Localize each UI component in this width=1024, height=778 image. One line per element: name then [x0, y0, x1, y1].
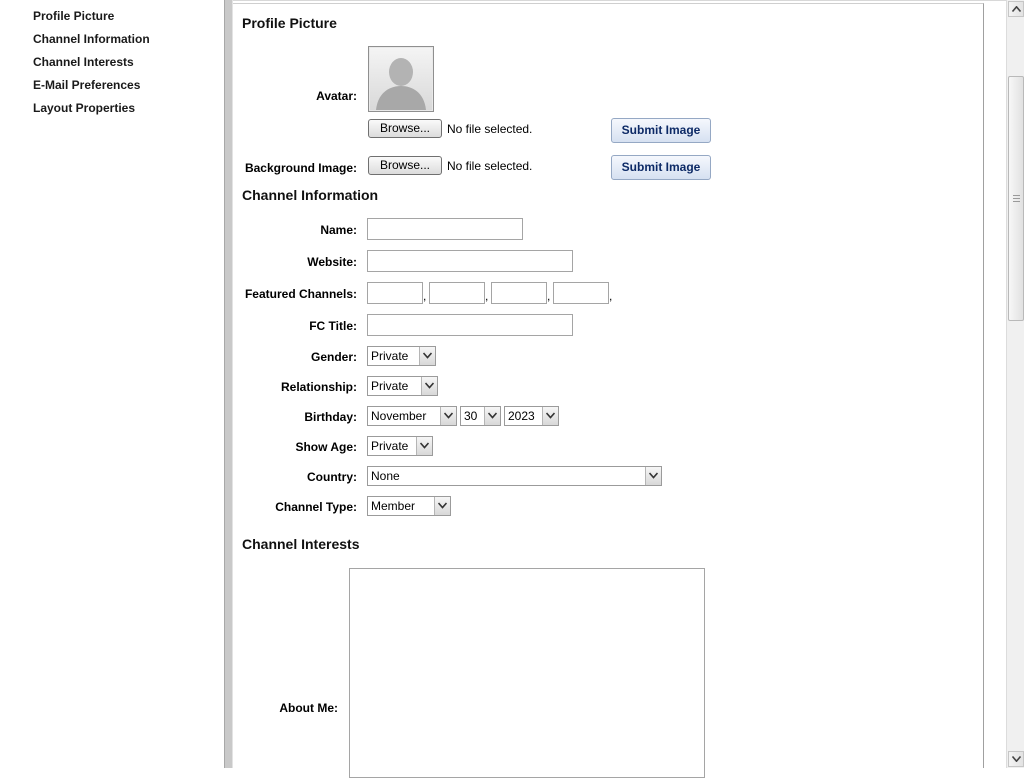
- birthday-month-select[interactable]: November: [367, 406, 457, 426]
- birthday-year-value: 2023: [508, 409, 535, 423]
- about-me-label: About Me:: [279, 701, 338, 715]
- chevron-down-icon: [438, 502, 447, 509]
- gender-select[interactable]: Private: [367, 346, 436, 366]
- name-input[interactable]: [367, 218, 523, 240]
- avatar-browse-button[interactable]: Browse...: [368, 119, 442, 138]
- chevron-down-icon: [488, 412, 497, 419]
- sidebar-item-profile-picture[interactable]: Profile Picture: [33, 9, 114, 23]
- dropdown-button[interactable]: [542, 407, 558, 425]
- birthday-day-select[interactable]: 30: [460, 406, 501, 426]
- show-age-value: Private: [371, 439, 409, 453]
- chevron-down-icon: [444, 412, 453, 419]
- scroll-down-button[interactable]: [1008, 751, 1024, 767]
- avatar: [368, 46, 434, 112]
- channel-type-label: Channel Type:: [275, 500, 357, 514]
- relationship-select[interactable]: Private: [367, 376, 438, 396]
- scroll-up-button[interactable]: [1008, 1, 1024, 17]
- channel-type-select[interactable]: Member: [367, 496, 451, 516]
- relationship-label: Relationship:: [280, 380, 357, 394]
- relationship-value: Private: [371, 379, 409, 393]
- chevron-down-icon: [423, 352, 432, 359]
- background-browse-button[interactable]: Browse...: [368, 156, 442, 175]
- dropdown-button[interactable]: [440, 407, 456, 425]
- featured-separator: ,: [547, 289, 551, 303]
- featured-separator: ,: [609, 289, 613, 303]
- avatar-label: Avatar:: [316, 89, 357, 103]
- dropdown-button[interactable]: [421, 377, 437, 395]
- sidebar-item-email-preferences[interactable]: E-Mail Preferences: [33, 78, 140, 92]
- channel-type-value: Member: [371, 499, 416, 513]
- avatar-submit-button[interactable]: Submit Image: [611, 118, 711, 143]
- grip-line: [1013, 198, 1020, 199]
- featured-channel-input-1[interactable]: [367, 282, 423, 304]
- grip-line: [1013, 195, 1020, 196]
- featured-separator: ,: [485, 289, 489, 303]
- country-value: None: [371, 469, 400, 483]
- dropdown-button[interactable]: [484, 407, 500, 425]
- person-silhouette-icon: [376, 58, 426, 110]
- country-select[interactable]: None: [367, 466, 662, 486]
- featured-channel-input-4[interactable]: [553, 282, 609, 304]
- arrow-up-icon: [1012, 6, 1021, 12]
- birthday-label: Birthday:: [304, 410, 357, 424]
- gender-label: Gender:: [310, 350, 357, 364]
- channel-interests-heading: Channel Interests: [242, 536, 360, 552]
- fc-title-input[interactable]: [367, 314, 573, 336]
- chevron-down-icon: [649, 472, 658, 479]
- background-submit-button[interactable]: Submit Image: [611, 155, 711, 180]
- dropdown-button[interactable]: [419, 347, 435, 365]
- sidebar-item-channel-information[interactable]: Channel Information: [33, 32, 150, 46]
- sidebar-item-channel-interests[interactable]: Channel Interests: [33, 55, 134, 69]
- featured-channel-input-3[interactable]: [491, 282, 547, 304]
- about-me-textarea[interactable]: [349, 568, 705, 778]
- background-image-label: Background Image:: [244, 161, 357, 175]
- birthday-month-value: November: [371, 409, 427, 423]
- birthday-day-value: 30: [464, 409, 478, 423]
- channel-information-heading: Channel Information: [242, 187, 379, 203]
- show-age-label: Show Age:: [295, 440, 357, 454]
- grip-line: [1013, 201, 1020, 202]
- fc-title-label: FC Title:: [309, 319, 357, 333]
- dropdown-button[interactable]: [434, 497, 450, 515]
- background-file-status: No file selected.: [447, 159, 533, 173]
- birthday-year-select[interactable]: 2023: [504, 406, 559, 426]
- gender-value: Private: [371, 349, 409, 363]
- chevron-down-icon: [420, 442, 429, 449]
- dropdown-button[interactable]: [645, 467, 661, 485]
- vertical-scrollbar[interactable]: [1006, 0, 1024, 768]
- website-label: Website:: [307, 255, 357, 269]
- chevron-down-icon: [546, 412, 555, 419]
- dropdown-button[interactable]: [416, 437, 432, 455]
- sidebar-item-layout-properties[interactable]: Layout Properties: [33, 101, 135, 115]
- name-label: Name:: [320, 223, 357, 237]
- arrow-down-icon: [1012, 756, 1021, 762]
- featured-separator: ,: [423, 289, 427, 303]
- country-label: Country:: [307, 470, 357, 484]
- show-age-select[interactable]: Private: [367, 436, 433, 456]
- website-input[interactable]: [367, 250, 573, 272]
- scroll-thumb[interactable]: [1008, 76, 1024, 321]
- chevron-down-icon: [425, 382, 434, 389]
- featured-channels-label: Featured Channels:: [244, 287, 357, 301]
- avatar-file-status: No file selected.: [447, 122, 533, 136]
- featured-channel-input-2[interactable]: [429, 282, 485, 304]
- profile-picture-heading: Profile Picture: [242, 15, 337, 31]
